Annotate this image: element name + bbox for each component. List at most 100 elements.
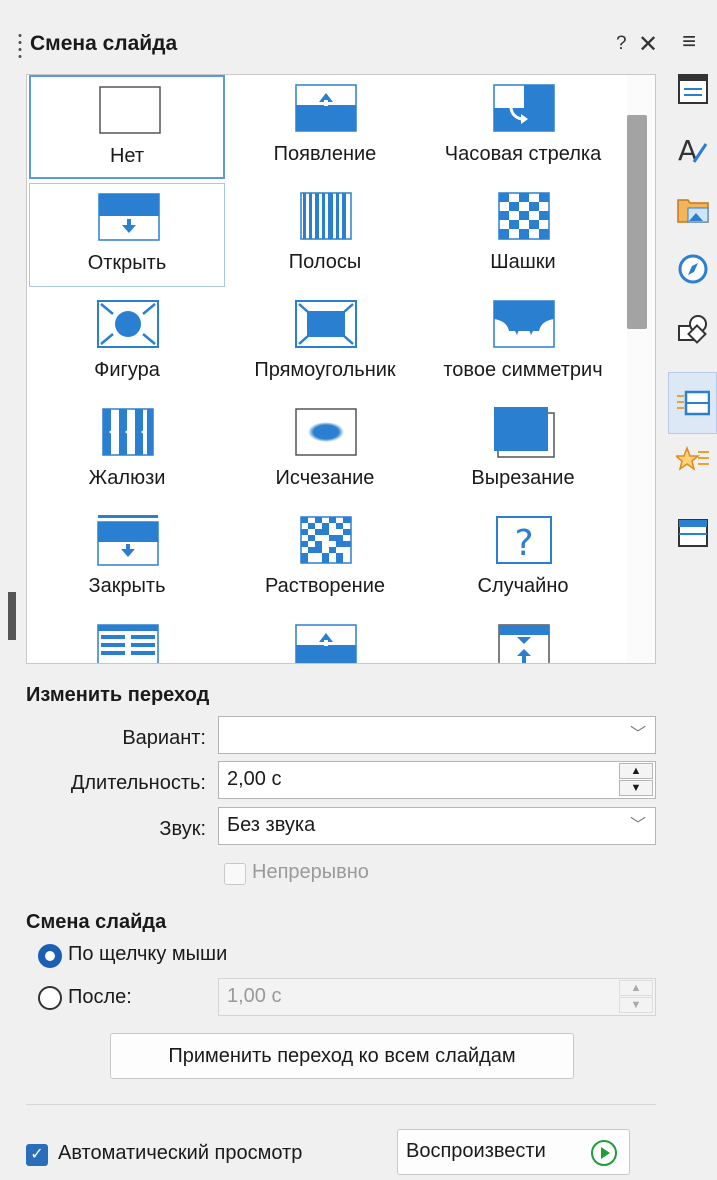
transition-label: Вырезание — [471, 467, 575, 489]
open-icon — [98, 193, 160, 241]
decrement-icon[interactable]: ▼ — [619, 997, 653, 1013]
chevron-down-icon[interactable]: ﹀ — [621, 717, 655, 753]
transition-tile[interactable]: Нет — [29, 75, 225, 179]
on-click-label: По щелчку мыши — [68, 943, 228, 965]
appear-icon — [295, 624, 357, 663]
duration-label: Длительность: — [70, 772, 206, 794]
panel-title-bar: Смена слайда ? ✕ — [18, 28, 668, 64]
box-icon — [295, 300, 357, 348]
loop-label: Непрерывно — [252, 861, 369, 883]
sound-label: Звук: — [159, 818, 206, 840]
transition-tile[interactable]: Жалюзи — [29, 399, 225, 503]
transition-label: Открыть — [87, 252, 167, 274]
sound-select[interactable]: Без звука ﹀ — [218, 807, 656, 845]
splitter-handle[interactable] — [8, 592, 16, 640]
chevron-down-icon[interactable]: ﹀ — [621, 808, 655, 844]
venetian-icon — [102, 408, 154, 456]
play-icon — [591, 1140, 617, 1166]
transition-label: Жалюзи — [88, 467, 166, 489]
sound-value: Без звука — [227, 814, 316, 836]
transition-tile[interactable] — [227, 615, 423, 663]
transition-tile[interactable]: Закрыть — [29, 507, 225, 611]
duration-spinbox[interactable]: 2,00 с ▲ ▼ — [218, 761, 656, 799]
transition-tile[interactable]: Растворение — [227, 507, 423, 611]
cut-icon — [494, 407, 555, 458]
transition-label: Закрыть — [88, 575, 166, 597]
scrollbar-thumb[interactable] — [627, 115, 647, 329]
apply-to-all-button[interactable]: Применить переход ко всем слайдам — [110, 1033, 574, 1079]
wedge-icon — [493, 300, 555, 348]
transition-label: Часовая стрелка — [444, 143, 602, 165]
close-icon[interactable]: ✕ — [638, 30, 658, 59]
transition-label: Случайно — [477, 575, 569, 597]
duration-stepper[interactable]: ▲ ▼ — [619, 763, 653, 797]
transition-tile[interactable]: Шашки — [425, 183, 621, 287]
transition-label: товое симметрич — [443, 359, 603, 381]
styles-icon[interactable]: A — [676, 132, 710, 166]
transition-label: Растворение — [264, 575, 386, 597]
transition-gallery[interactable]: Нет Появление Часовая стрелка Открыть По… — [26, 74, 656, 664]
transition-tile[interactable] — [425, 615, 621, 663]
fade-icon — [295, 408, 357, 456]
variant-label: Вариант: — [122, 727, 206, 749]
lines-icon — [97, 624, 159, 663]
duration-value: 2,00 с — [227, 768, 282, 790]
on-click-radio[interactable] — [38, 944, 62, 968]
after-time-stepper[interactable]: ▲ ▼ — [619, 980, 653, 1014]
bars-icon — [300, 192, 352, 240]
random-icon: ? — [496, 516, 552, 564]
loop-checkbox[interactable] — [224, 863, 246, 885]
transition-tile[interactable]: Исчезание — [227, 399, 423, 503]
slide-transition-panel: Смена слайда ? ✕ Нет Появление Часовая с… — [0, 0, 668, 1180]
advance-slide-heading: Смена слайда — [26, 911, 167, 933]
transition-tile[interactable]: Полосы — [227, 183, 423, 287]
svg-text:?: ? — [514, 523, 533, 564]
after-time-spinbox[interactable]: 1,00 с ▲ ▼ — [218, 978, 656, 1016]
play-button[interactable]: Воспроизвести — [397, 1129, 630, 1175]
play-label: Воспроизвести — [406, 1140, 546, 1162]
clockwise-icon — [493, 84, 555, 132]
navigator-icon[interactable] — [676, 252, 710, 286]
master-slides-icon[interactable] — [676, 516, 710, 550]
transition-label: Исчезание — [275, 467, 375, 489]
close-transition-icon — [97, 515, 159, 566]
transition-label: Нет — [109, 145, 145, 167]
properties-icon[interactable] — [676, 72, 710, 106]
transition-tile[interactable]: Открыть — [29, 183, 225, 287]
after-time-value: 1,00 с — [227, 985, 282, 1007]
sidebar-menu-icon[interactable]: ≡ — [682, 28, 696, 56]
transition-tile[interactable]: товое симметрич — [425, 291, 621, 395]
transition-label: Появление — [273, 143, 377, 165]
dissolve-icon — [300, 516, 352, 564]
slide-transition-icon[interactable] — [676, 386, 710, 420]
after-radio[interactable] — [38, 986, 62, 1010]
none-icon — [99, 86, 161, 134]
sidebar-deck: ≡ A — [668, 0, 717, 1180]
shapes-icon[interactable] — [676, 312, 710, 346]
animation-icon[interactable] — [676, 444, 710, 478]
auto-preview-label: Автоматический просмотр — [58, 1142, 303, 1164]
variant-select[interactable]: ﹀ — [218, 716, 656, 754]
transition-tile[interactable]: Вырезание — [425, 399, 621, 503]
panel-title: Смена слайда — [30, 32, 178, 55]
decrement-icon[interactable]: ▼ — [619, 780, 653, 796]
gallery-icon[interactable] — [676, 192, 710, 226]
auto-preview-checkbox[interactable]: ✓ — [26, 1144, 48, 1166]
transition-tile[interactable]: ? Случайно — [425, 507, 621, 611]
transition-label: Прямоугольник — [254, 359, 396, 381]
modify-transition-heading: Изменить переход — [26, 684, 210, 706]
shape-icon — [97, 300, 159, 348]
increment-icon[interactable]: ▲ — [619, 980, 653, 996]
appear-icon — [295, 84, 357, 132]
compress-icon — [498, 624, 550, 663]
after-label: После: — [68, 986, 132, 1008]
drag-grip-icon[interactable] — [18, 32, 22, 58]
transition-tile[interactable]: Появление — [227, 75, 423, 179]
transition-tile[interactable] — [29, 615, 225, 663]
transition-tile[interactable]: Прямоугольник — [227, 291, 423, 395]
transition-label: Полосы — [288, 251, 362, 273]
transition-tile[interactable]: Часовая стрелка — [425, 75, 621, 179]
help-button[interactable]: ? — [616, 33, 627, 55]
increment-icon[interactable]: ▲ — [619, 763, 653, 779]
transition-tile[interactable]: Фигура — [29, 291, 225, 395]
